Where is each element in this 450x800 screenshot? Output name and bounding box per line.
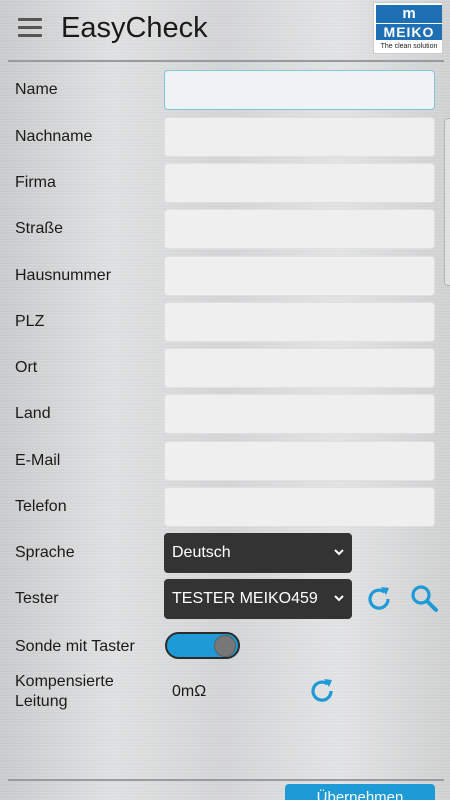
form-row-ort: Ort [0, 348, 450, 388]
form-row-nachname: Nachname [0, 117, 450, 157]
email-label: E-Mail [15, 452, 61, 469]
form-row-strasse: Straße [0, 209, 450, 249]
name-label: Name [15, 81, 58, 98]
language-select[interactable]: Deutsch [164, 533, 352, 573]
language-select-value: Deutsch [172, 544, 231, 561]
land-label: Land [15, 405, 51, 422]
form-row-email: E-Mail [0, 441, 450, 481]
chevron-down-icon [334, 549, 344, 556]
meiko-logo: m MEIKO The clean solution [373, 2, 443, 54]
form-row-sonde: Sonde mit Taster [0, 630, 450, 670]
search-icon[interactable] [409, 583, 439, 613]
telefon-input[interactable] [164, 487, 435, 527]
tester-select-value: TESTER MEIKO459 [172, 590, 318, 607]
ort-input[interactable] [164, 348, 435, 388]
app-title: EasyCheck [61, 12, 208, 44]
nachname-label: Nachname [15, 128, 93, 145]
sonde-label: Sonde mit Taster [15, 638, 135, 655]
compensated-line-label: Kompensierte Leitung [15, 672, 114, 712]
apply-button[interactable]: Übernehmen [285, 784, 435, 800]
refresh-icon[interactable] [307, 676, 337, 706]
firma-input[interactable] [164, 163, 435, 203]
compensated-line-label-2: Leitung [15, 693, 68, 710]
hausnummer-label: Hausnummer [15, 267, 112, 284]
hausnummer-input[interactable] [164, 256, 435, 296]
form-row-firma: Firma [0, 163, 450, 203]
plz-label: PLZ [15, 313, 45, 330]
header-divider [8, 60, 444, 62]
app-bar: EasyCheck m MEIKO The clean solution [0, 0, 450, 58]
email-input[interactable] [164, 441, 435, 481]
compensated-line-label-1: Kompensierte [15, 673, 114, 690]
hamburger-menu-icon[interactable] [18, 18, 42, 38]
form-row-tester: Tester TESTER MEIKO459 [0, 579, 450, 619]
compensated-line-value: 0mΩ [172, 683, 207, 700]
form-row-hausnummer: Hausnummer [0, 256, 450, 296]
form-row-name: Name [0, 70, 450, 110]
firma-label: Firma [15, 174, 56, 191]
logo-brand: MEIKO [376, 24, 442, 40]
form-row-sprache: Sprache Deutsch [0, 533, 450, 573]
refresh-icon[interactable] [364, 584, 394, 614]
name-input[interactable] [164, 70, 435, 110]
tester-select[interactable]: TESTER MEIKO459 [164, 579, 352, 619]
toggle-knob [214, 635, 236, 657]
footer-divider [8, 779, 444, 781]
land-input[interactable] [164, 394, 435, 434]
ort-label: Ort [15, 359, 38, 376]
sprache-label: Sprache [15, 544, 75, 561]
plz-input[interactable] [164, 302, 435, 342]
form-row-land: Land [0, 394, 450, 434]
telefon-label: Telefon [15, 498, 67, 515]
tester-label: Tester [15, 590, 59, 607]
sonde-toggle[interactable] [165, 632, 240, 659]
nachname-input[interactable] [164, 117, 435, 157]
strasse-label: Straße [15, 220, 64, 237]
form-row-telefon: Telefon [0, 487, 450, 527]
strasse-input[interactable] [164, 209, 435, 249]
chevron-down-icon [334, 595, 344, 602]
form-row-plz: PLZ [0, 302, 450, 342]
logo-mark-icon: m [376, 5, 442, 23]
logo-tagline: The clean solution [380, 43, 438, 50]
